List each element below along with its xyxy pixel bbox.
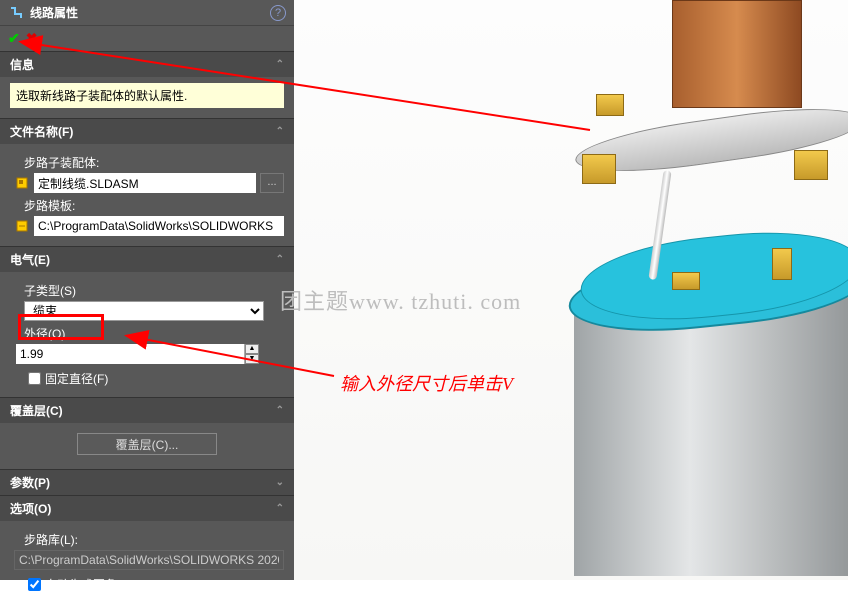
template-label: 步路模板: — [24, 197, 284, 214]
section-electrical-label: 电气(E) — [10, 251, 50, 268]
section-cover-label: 覆盖层(C) — [10, 402, 63, 419]
browse-subasm-button[interactable]: ... — [260, 173, 284, 193]
spinner-down-button[interactable]: ▼ — [245, 354, 259, 364]
spinner-up-button[interactable]: ▲ — [245, 344, 259, 354]
lib-input — [14, 550, 284, 570]
fixeddia-label: 固定直径(F) — [45, 370, 108, 387]
section-cover: 覆盖层(C) ⌃ 覆盖层(C)... — [0, 397, 294, 469]
cancel-button[interactable]: ✖ — [26, 30, 38, 47]
autofillet-label: 自动生成圆角 — [45, 576, 117, 593]
section-options: 选项(O) ⌃ 步路库(L): 自动生成圆角 — [0, 495, 294, 603]
chevron-down-icon: ⌄ — [276, 477, 284, 488]
section-filenames: 文件名称(F) ⌃ 步路子装配体: ... 步路模板: — [0, 118, 294, 246]
outerdia-input[interactable] — [16, 344, 244, 364]
template-icon — [14, 218, 30, 234]
property-panel: 线路属性 ? ✔ ✖ 信息 ⌃ 选取新线路子装配体的默认属性. 文件名称(F) … — [0, 0, 294, 580]
outerdia-spinner: ▲ ▼ — [244, 344, 259, 364]
assembly-icon — [14, 175, 30, 191]
panel-header: 线路属性 ? — [0, 0, 294, 26]
subasm-label: 步路子装配体: — [24, 154, 284, 171]
action-bar: ✔ ✖ — [0, 26, 294, 51]
3d-model — [294, 0, 848, 580]
subtype-label: 子类型(S) — [24, 282, 284, 299]
chevron-up-icon: ⌃ — [276, 405, 284, 416]
info-text: 选取新线路子装配体的默认属性. — [10, 83, 284, 108]
chevron-up-icon: ⌃ — [276, 254, 284, 265]
fixeddia-checkbox[interactable] — [28, 372, 41, 385]
template-input[interactable] — [34, 216, 284, 236]
section-params-label: 参数(P) — [10, 474, 50, 491]
section-filenames-label: 文件名称(F) — [10, 123, 73, 140]
ok-button[interactable]: ✔ — [8, 30, 20, 47]
chevron-up-icon: ⌃ — [276, 126, 284, 137]
section-info: 信息 ⌃ 选取新线路子装配体的默认属性. — [0, 51, 294, 118]
section-options-label: 选项(O) — [10, 500, 51, 517]
section-params: 参数(P) ⌄ — [0, 469, 294, 495]
route-icon — [8, 5, 24, 21]
section-filenames-header[interactable]: 文件名称(F) ⌃ — [0, 119, 294, 144]
annotation-text: 输入外径尺寸后单击V — [340, 370, 513, 396]
section-options-header[interactable]: 选项(O) ⌃ — [0, 496, 294, 521]
section-params-header[interactable]: 参数(P) ⌄ — [0, 470, 294, 495]
section-cover-header[interactable]: 覆盖层(C) ⌃ — [0, 398, 294, 423]
section-info-label: 信息 — [10, 56, 34, 73]
cover-button[interactable]: 覆盖层(C)... — [77, 433, 217, 455]
section-info-header[interactable]: 信息 ⌃ — [0, 52, 294, 77]
chevron-up-icon: ⌃ — [276, 503, 284, 514]
subasm-input[interactable] — [34, 173, 256, 193]
chevron-up-icon: ⌃ — [276, 59, 284, 70]
panel-title: 线路属性 — [30, 4, 270, 21]
help-icon[interactable]: ? — [270, 5, 286, 21]
lib-label: 步路库(L): — [24, 531, 284, 548]
section-electrical-header[interactable]: 电气(E) ⌃ — [0, 247, 294, 272]
highlight-box — [18, 314, 104, 340]
